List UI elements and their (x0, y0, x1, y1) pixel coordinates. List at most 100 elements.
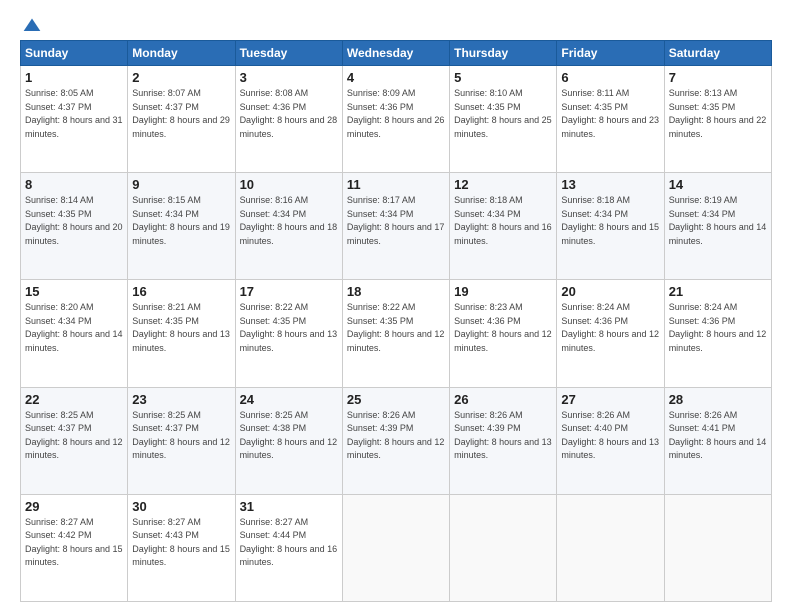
day-cell: 17Sunrise: 8:22 AMSunset: 4:35 PMDayligh… (235, 280, 342, 387)
day-info: Sunrise: 8:24 AMSunset: 4:36 PMDaylight:… (669, 302, 767, 353)
day-cell: 15 Sunrise: 8:20 AMSunset: 4:34 PMDayligh… (21, 280, 128, 387)
week-row-1: 1 Sunrise: 8:05 AMSunset: 4:37 PMDaylight… (21, 66, 772, 173)
day-cell (342, 494, 449, 601)
day-cell (557, 494, 664, 601)
day-info: Sunrise: 8:27 AMSunset: 4:44 PMDaylight:… (240, 517, 338, 568)
day-number: 20 (561, 284, 659, 299)
day-number: 21 (669, 284, 767, 299)
day-cell: 12 Sunrise: 8:18 AMSunset: 4:34 PMDayligh… (450, 173, 557, 280)
day-info: Sunrise: 8:15 AMSunset: 4:34 PMDaylight:… (132, 195, 230, 246)
day-cell: 13 Sunrise: 8:18 AMSunset: 4:34 PMDayligh… (557, 173, 664, 280)
day-info: Sunrise: 8:08 AMSunset: 4:36 PMDaylight:… (240, 88, 338, 139)
day-info: Sunrise: 8:16 AMSunset: 4:34 PMDaylight:… (240, 195, 338, 246)
day-cell: 19Sunrise: 8:23 AMSunset: 4:36 PMDayligh… (450, 280, 557, 387)
day-info: Sunrise: 8:18 AMSunset: 4:34 PMDaylight:… (561, 195, 659, 246)
logo-icon (22, 16, 42, 36)
week-row-5: 29 Sunrise: 8:27 AMSunset: 4:42 PMDayligh… (21, 494, 772, 601)
day-header-thursday: Thursday (450, 41, 557, 66)
day-cell: 10 Sunrise: 8:16 AMSunset: 4:34 PMDayligh… (235, 173, 342, 280)
day-cell: 7Sunrise: 8:13 AMSunset: 4:35 PMDaylight… (664, 66, 771, 173)
day-cell (664, 494, 771, 601)
header (20, 16, 772, 32)
day-number: 11 (347, 177, 445, 192)
day-cell (450, 494, 557, 601)
day-number: 24 (240, 392, 338, 407)
day-info: Sunrise: 8:21 AMSunset: 4:35 PMDaylight:… (132, 302, 230, 353)
day-info: Sunrise: 8:24 AMSunset: 4:36 PMDaylight:… (561, 302, 659, 353)
day-cell: 23 Sunrise: 8:25 AMSunset: 4:37 PMDayligh… (128, 387, 235, 494)
day-cell: 5 Sunrise: 8:10 AMSunset: 4:35 PMDaylight… (450, 66, 557, 173)
day-number: 10 (240, 177, 338, 192)
day-cell: 25 Sunrise: 8:26 AMSunset: 4:39 PMDayligh… (342, 387, 449, 494)
day-number: 1 (25, 70, 123, 85)
day-cell: 16Sunrise: 8:21 AMSunset: 4:35 PMDayligh… (128, 280, 235, 387)
day-info: Sunrise: 8:05 AMSunset: 4:37 PMDaylight:… (25, 88, 123, 139)
day-cell: 28 Sunrise: 8:26 AMSunset: 4:41 PMDayligh… (664, 387, 771, 494)
day-cell: 9 Sunrise: 8:15 AMSunset: 4:34 PMDaylight… (128, 173, 235, 280)
day-header-sunday: Sunday (21, 41, 128, 66)
day-info: Sunrise: 8:25 AMSunset: 4:38 PMDaylight:… (240, 410, 338, 461)
week-row-4: 22 Sunrise: 8:25 AMSunset: 4:37 PMDayligh… (21, 387, 772, 494)
day-cell: 8Sunrise: 8:14 AMSunset: 4:35 PMDaylight… (21, 173, 128, 280)
day-info: Sunrise: 8:25 AMSunset: 4:37 PMDaylight:… (132, 410, 230, 461)
day-cell: 24 Sunrise: 8:25 AMSunset: 4:38 PMDayligh… (235, 387, 342, 494)
day-number: 29 (25, 499, 123, 514)
day-cell: 21 Sunrise: 8:24 AMSunset: 4:36 PMDayligh… (664, 280, 771, 387)
week-row-2: 8Sunrise: 8:14 AMSunset: 4:35 PMDaylight… (21, 173, 772, 280)
day-number: 15 (25, 284, 123, 299)
day-cell: 27 Sunrise: 8:26 AMSunset: 4:40 PMDayligh… (557, 387, 664, 494)
day-info: Sunrise: 8:27 AMSunset: 4:43 PMDaylight:… (132, 517, 230, 568)
day-number: 3 (240, 70, 338, 85)
calendar-table: SundayMondayTuesdayWednesdayThursdayFrid… (20, 40, 772, 602)
day-number: 5 (454, 70, 552, 85)
header-row: SundayMondayTuesdayWednesdayThursdayFrid… (21, 41, 772, 66)
day-header-tuesday: Tuesday (235, 41, 342, 66)
day-number: 12 (454, 177, 552, 192)
day-cell: 4Sunrise: 8:09 AMSunset: 4:36 PMDaylight… (342, 66, 449, 173)
day-info: Sunrise: 8:22 AMSunset: 4:35 PMDaylight:… (347, 302, 445, 353)
day-info: Sunrise: 8:19 AMSunset: 4:34 PMDaylight:… (669, 195, 767, 246)
day-cell: 22Sunrise: 8:25 AMSunset: 4:37 PMDayligh… (21, 387, 128, 494)
day-info: Sunrise: 8:18 AMSunset: 4:34 PMDaylight:… (454, 195, 552, 246)
page: SundayMondayTuesdayWednesdayThursdayFrid… (0, 0, 792, 612)
day-info: Sunrise: 8:20 AMSunset: 4:34 PMDaylight:… (25, 302, 123, 353)
day-info: Sunrise: 8:13 AMSunset: 4:35 PMDaylight:… (669, 88, 767, 139)
day-number: 9 (132, 177, 230, 192)
day-header-saturday: Saturday (664, 41, 771, 66)
day-info: Sunrise: 8:14 AMSunset: 4:35 PMDaylight:… (25, 195, 123, 246)
day-number: 2 (132, 70, 230, 85)
day-number: 28 (669, 392, 767, 407)
day-cell: 18Sunrise: 8:22 AMSunset: 4:35 PMDayligh… (342, 280, 449, 387)
day-number: 27 (561, 392, 659, 407)
day-number: 13 (561, 177, 659, 192)
day-number: 23 (132, 392, 230, 407)
day-info: Sunrise: 8:17 AMSunset: 4:34 PMDaylight:… (347, 195, 445, 246)
day-number: 19 (454, 284, 552, 299)
day-info: Sunrise: 8:10 AMSunset: 4:35 PMDaylight:… (454, 88, 552, 139)
day-info: Sunrise: 8:07 AMSunset: 4:37 PMDaylight:… (132, 88, 230, 139)
day-info: Sunrise: 8:26 AMSunset: 4:41 PMDaylight:… (669, 410, 767, 461)
day-number: 4 (347, 70, 445, 85)
day-info: Sunrise: 8:11 AMSunset: 4:35 PMDaylight:… (561, 88, 659, 139)
day-cell: 1 Sunrise: 8:05 AMSunset: 4:37 PMDaylight… (21, 66, 128, 173)
day-info: Sunrise: 8:26 AMSunset: 4:40 PMDaylight:… (561, 410, 659, 461)
day-cell: 29 Sunrise: 8:27 AMSunset: 4:42 PMDayligh… (21, 494, 128, 601)
day-cell: 2 Sunrise: 8:07 AMSunset: 4:37 PMDaylight… (128, 66, 235, 173)
week-row-3: 15 Sunrise: 8:20 AMSunset: 4:34 PMDayligh… (21, 280, 772, 387)
day-header-friday: Friday (557, 41, 664, 66)
day-number: 30 (132, 499, 230, 514)
day-cell: 31 Sunrise: 8:27 AMSunset: 4:44 PMDayligh… (235, 494, 342, 601)
day-info: Sunrise: 8:22 AMSunset: 4:35 PMDaylight:… (240, 302, 338, 353)
day-info: Sunrise: 8:26 AMSunset: 4:39 PMDaylight:… (347, 410, 445, 461)
day-cell: 30 Sunrise: 8:27 AMSunset: 4:43 PMDayligh… (128, 494, 235, 601)
day-number: 31 (240, 499, 338, 514)
day-cell: 6 Sunrise: 8:11 AMSunset: 4:35 PMDaylight… (557, 66, 664, 173)
day-header-wednesday: Wednesday (342, 41, 449, 66)
day-number: 22 (25, 392, 123, 407)
day-number: 14 (669, 177, 767, 192)
day-info: Sunrise: 8:27 AMSunset: 4:42 PMDaylight:… (25, 517, 123, 568)
day-header-monday: Monday (128, 41, 235, 66)
day-number: 26 (454, 392, 552, 407)
day-number: 25 (347, 392, 445, 407)
day-number: 6 (561, 70, 659, 85)
